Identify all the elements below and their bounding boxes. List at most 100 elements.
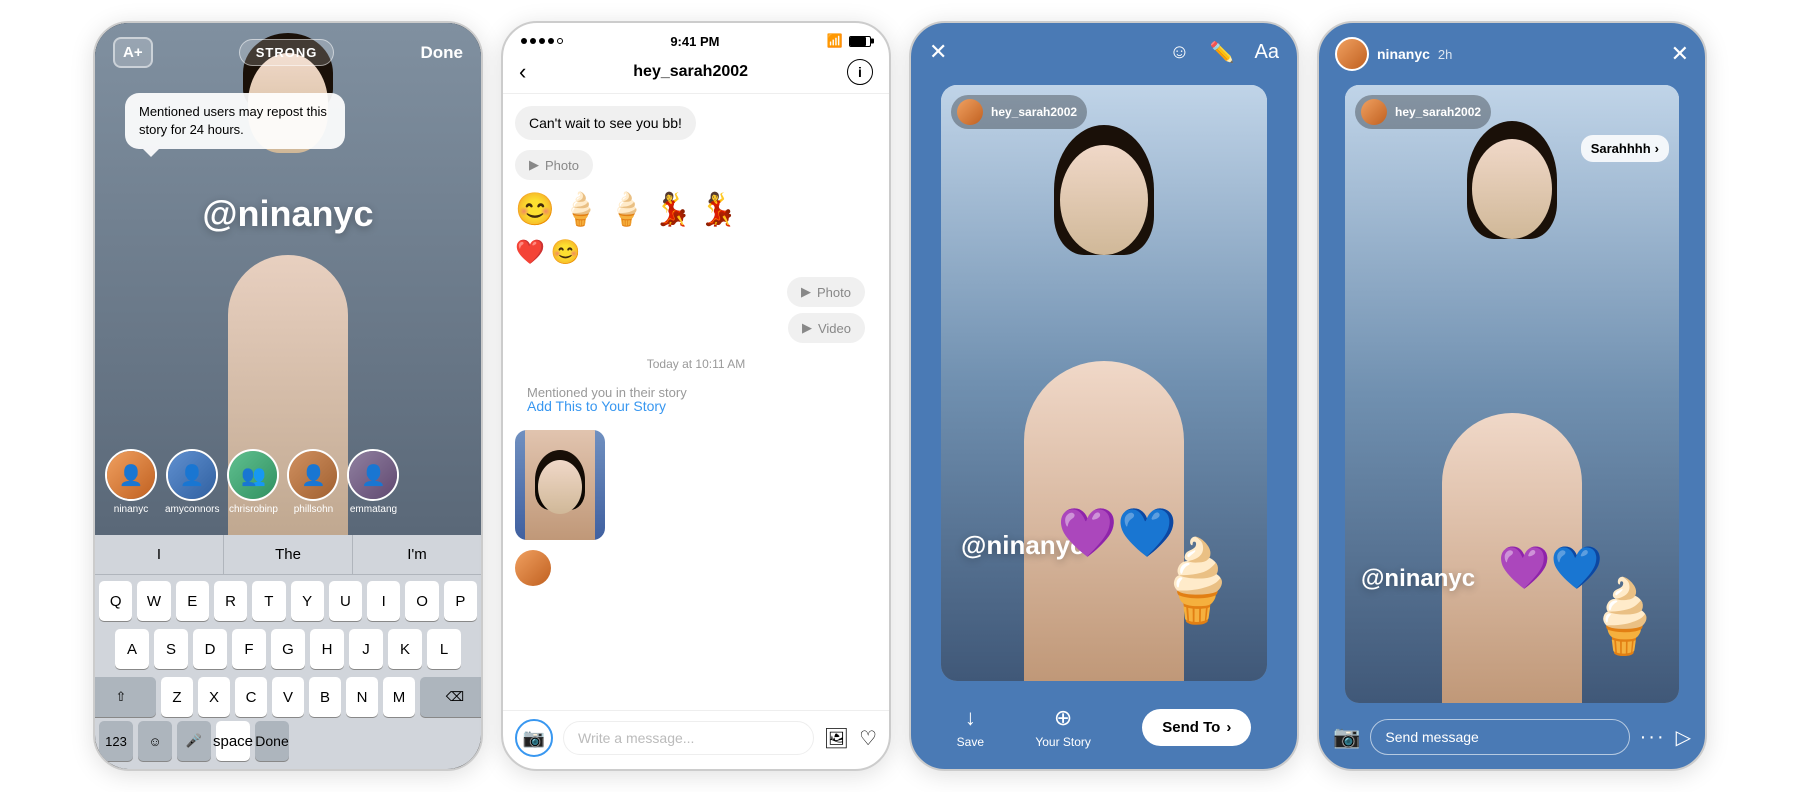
avatar-item-chrisrobinp[interactable]: 👥 chrisrobinp [227,449,279,515]
key-s[interactable]: S [154,629,188,669]
suggestion-im[interactable]: I'm [353,535,481,574]
key-l[interactable]: L [427,629,461,669]
close-button[interactable]: ✕ [929,39,947,65]
story-reply-input[interactable]: Send message [1370,719,1629,755]
key-e[interactable]: E [176,581,209,621]
signal-dot-3 [539,38,545,44]
avatar-item-amyconnors[interactable]: 👤 amyconnors [165,449,219,515]
more-options-icon[interactable]: ··· [1640,726,1666,749]
story-user-name: ninanyc [1377,46,1430,62]
key-done[interactable]: Done [255,721,289,761]
save-button[interactable]: ↓ Save [957,705,984,749]
heart-icon[interactable]: ♡ [859,726,877,751]
emoji-smile: 😊 [551,238,581,267]
message-input[interactable]: Write a message... [563,721,814,755]
keyboard-row-2: A S D F G H J K L [99,629,477,669]
camera-icon[interactable]: 📷 [1333,724,1360,750]
style-button[interactable]: STRONG [239,39,335,66]
key-w[interactable]: W [137,581,170,621]
sent-photo-btn[interactable]: ▶ Photo [787,277,865,307]
story-viewer-image: hey_sarah2002 Sarahhhh › @ninanyc 🍦 💜💙 [1345,85,1679,703]
key-o[interactable]: O [405,581,438,621]
suggestion-the[interactable]: The [224,535,353,574]
dm-messages: Can't wait to see you bb! ▶ Photo 😊 🍦 🍦 … [503,94,889,710]
signal-dots [521,38,563,44]
story-avatar-bar: hey_sarah2002 [951,95,1087,129]
key-x[interactable]: X [198,677,230,717]
play-icon: ▶ [529,157,539,173]
key-k[interactable]: K [388,629,422,669]
key-space[interactable]: space [216,721,250,761]
photo-button[interactable]: ▶ Photo [515,150,593,180]
key-i[interactable]: I [367,581,400,621]
sender-avatar-row [503,550,889,586]
save-label: Save [957,735,984,749]
text-icon[interactable]: Aa [1255,41,1279,64]
gallery-icon[interactable]: 🖼 [824,726,849,751]
key-a[interactable]: A [115,629,149,669]
back-button[interactable]: ‹ [519,59,526,85]
avatar-label: phillsohn [294,504,333,515]
key-r[interactable]: R [214,581,247,621]
close-button[interactable]: ✕ [1671,41,1689,67]
suggestion-i[interactable]: I [95,535,224,574]
sarahhhh-label: Sarahhhh [1591,141,1651,156]
heart-sticker[interactable]: 💜💙 [1057,504,1177,561]
chevron-right-icon: › [1655,141,1659,156]
key-m[interactable]: M [383,677,415,717]
key-shift[interactable]: ⇧ [93,677,156,717]
key-c[interactable]: C [235,677,267,717]
avatar-item-ninanyc[interactable]: 👤 ninanyc [105,449,157,515]
key-numbers[interactable]: 123 [99,721,133,761]
reaction-row: ❤️ 😊 [503,238,889,267]
key-g[interactable]: G [271,629,305,669]
story-preview[interactable] [515,430,605,540]
info-button[interactable]: i [847,59,873,85]
mention-notification: Mentioned you in their story Add This to… [503,385,889,420]
story-viewer-card: hey_sarah2002 Sarahhhh › @ninanyc 🍦 💜💙 [1345,85,1679,703]
wifi-icon: 📶 [827,33,843,49]
key-emoji[interactable]: ☺ [138,721,172,761]
done-button[interactable]: Done [421,43,464,63]
key-y[interactable]: Y [291,581,324,621]
key-j[interactable]: J [349,629,383,669]
key-t[interactable]: T [252,581,285,621]
avatar-label: emmatang [350,504,397,515]
your-story-button[interactable]: ⊕ Your Story [1035,705,1091,749]
key-p[interactable]: P [444,581,477,621]
photo-button-row: ▶ Photo [503,150,889,180]
avatar-item-phillsohn[interactable]: 👤 phillsohn [287,449,339,515]
avatar-item-emmatang[interactable]: 👤 emmatang [347,449,399,515]
story-card: hey_sarah2002 @ninanyc 🍦 💜💙 [941,85,1267,681]
format-button[interactable]: A+ [113,37,153,68]
photo-label: Photo [545,158,579,173]
camera-button[interactable]: 📷 [515,719,553,757]
story4-heart-sticker[interactable]: 💜💙 [1498,544,1603,593]
key-d[interactable]: D [193,629,227,669]
story-user-avatar [1335,37,1369,71]
pen-icon[interactable]: ✏️ [1210,40,1235,65]
key-n[interactable]: N [346,677,378,717]
photo-label: Photo [817,285,851,300]
key-u[interactable]: U [329,581,362,621]
emoji-dancer1: 💃 [653,190,693,228]
send-to-button[interactable]: Send To › [1142,709,1251,746]
add-to-story-link[interactable]: Add This to Your Story [515,398,889,414]
key-f[interactable]: F [232,629,266,669]
sent-video-btn[interactable]: ▶ Video [788,313,865,343]
plus-icon: ⊕ [1054,705,1072,731]
key-q[interactable]: Q [99,581,132,621]
send-icon[interactable]: ▷ [1676,725,1691,750]
key-v[interactable]: V [272,677,304,717]
signal-dot-1 [521,38,527,44]
key-z[interactable]: Z [161,677,193,717]
key-h[interactable]: H [310,629,344,669]
avatar-label: amyconnors [165,504,219,515]
sticker-icon[interactable]: ☺ [1169,41,1189,64]
key-backspace[interactable]: ⌫ [420,677,483,717]
sarahhhh-tag[interactable]: Sarahhhh › [1581,135,1669,162]
key-mic[interactable]: 🎤 [177,721,211,761]
story-background: A+ STRONG Done Mentioned users may repos… [95,23,481,535]
chevron-right-icon: › [1226,719,1231,736]
key-b[interactable]: B [309,677,341,717]
